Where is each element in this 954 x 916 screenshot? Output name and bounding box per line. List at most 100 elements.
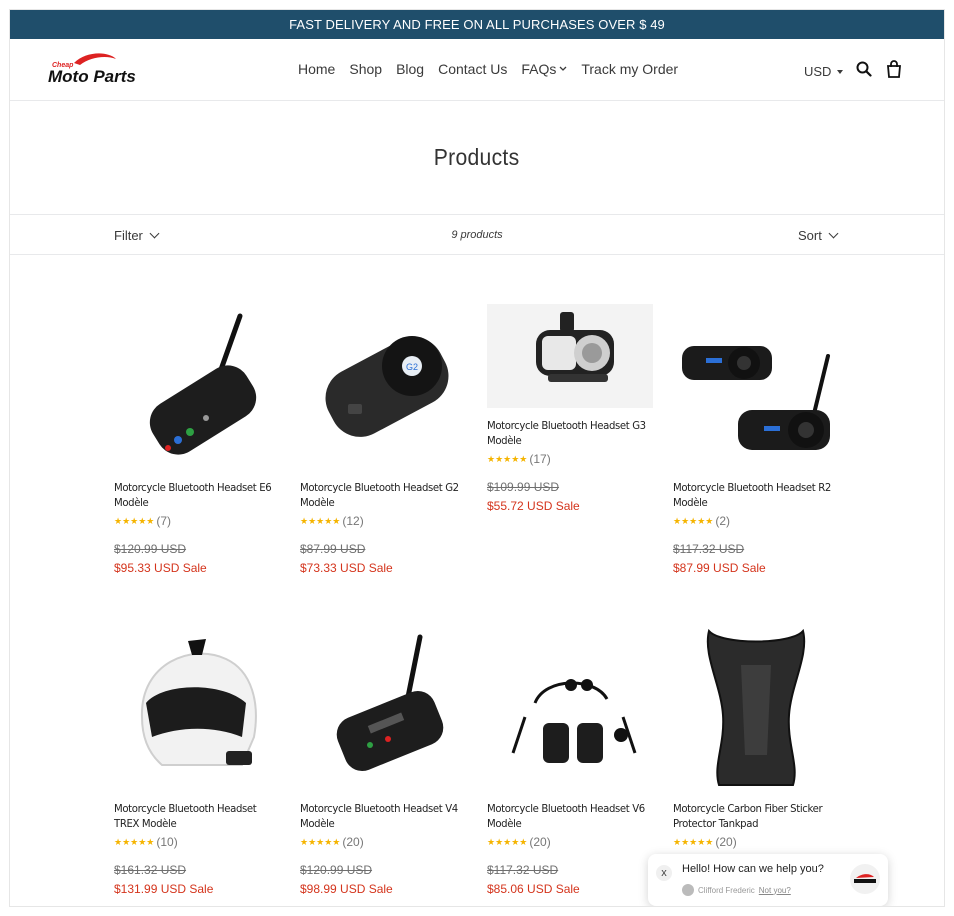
product-rating: ★★★★★ (17) xyxy=(487,452,653,466)
product-card[interactable]: Motorcycle Carbon Fiber Sticker Protecto… xyxy=(673,625,839,849)
product-image-headset-g3[interactable] xyxy=(487,304,653,408)
cart-icon xyxy=(887,60,901,78)
close-icon[interactable]: x xyxy=(656,865,672,881)
product-image-headset-e6[interactable] xyxy=(114,304,280,470)
rating-count: (10) xyxy=(156,835,178,849)
chat-widget[interactable]: x Hello! How can we help you? Clifford F… xyxy=(648,854,888,906)
product-rating: ★★★★★ (7) xyxy=(114,514,280,528)
nav-track-label: Track my Order xyxy=(581,61,679,77)
product-rating: ★★★★★ (2) xyxy=(673,514,839,528)
not-you-link[interactable]: Not you? xyxy=(759,886,791,895)
avatar xyxy=(682,884,694,896)
nav-track-order[interactable]: Track my Order xyxy=(581,61,678,77)
product-card[interactable]: Motorcycle Bluetooth Headset E6 Modèle ★… xyxy=(114,304,280,575)
star-rating-icon: ★★★★★ xyxy=(300,515,341,526)
sort-button[interactable]: Sort xyxy=(798,228,839,243)
search-icon xyxy=(856,61,872,77)
sale-price: $73.33 USD Sale xyxy=(300,561,393,575)
sale-price: $98.99 USD Sale xyxy=(300,882,393,896)
page-title: Products xyxy=(434,144,520,170)
rating-count: (12) xyxy=(342,514,364,528)
regular-price: $120.99 USD xyxy=(114,542,187,556)
nav-shop-label: Shop xyxy=(349,61,383,77)
product-name[interactable]: Motorcycle Bluetooth Headset E6 Modèle xyxy=(114,480,280,510)
filter-bar: Filter 9 products Sort xyxy=(10,215,944,255)
product-rating: ★★★★★ (20) xyxy=(673,835,839,849)
product-card[interactable]: Motorcycle Bluetooth Headset G3 Modèle ★… xyxy=(487,304,653,513)
chat-agent-row: Clifford Frederic Not you? xyxy=(682,884,791,896)
sort-label: Sort xyxy=(798,228,822,243)
star-rating-icon: ★★★★★ xyxy=(673,836,714,847)
star-rating-icon: ★★★★★ xyxy=(487,836,528,847)
star-rating-icon: ★★★★★ xyxy=(114,515,155,526)
currency-selector[interactable]: USD xyxy=(804,64,844,79)
star-rating-icon: ★★★★★ xyxy=(114,836,155,847)
regular-price: $117.32 USD xyxy=(673,542,745,556)
sale-price: $131.99 USD Sale xyxy=(114,882,214,896)
search-button[interactable] xyxy=(854,59,874,79)
site-logo[interactable]: Cheap Moto Parts xyxy=(46,49,150,89)
regular-price: $87.99 USD xyxy=(300,542,366,556)
product-image-headset-g2[interactable]: G2 xyxy=(300,304,466,470)
rating-count: (20) xyxy=(342,835,364,849)
announcement-text: FAST DELIVERY AND FREE ON ALL PURCHASES … xyxy=(289,17,665,32)
chat-message: Hello! How can we help you? xyxy=(682,863,824,875)
product-card[interactable]: Motorcycle Bluetooth Headset V6 Modèle ★… xyxy=(487,625,653,896)
star-rating-icon: ★★★★★ xyxy=(673,515,714,526)
product-image-tankpad[interactable] xyxy=(673,625,839,791)
product-rating: ★★★★★ (20) xyxy=(300,835,466,849)
cart-button[interactable] xyxy=(884,59,904,79)
chevron-down-icon xyxy=(559,66,567,71)
product-card[interactable]: Motorcycle Bluetooth Headset R2 Modèle ★… xyxy=(673,304,839,575)
star-rating-icon: ★★★★★ xyxy=(300,836,341,847)
nav-shop[interactable]: Shop xyxy=(349,61,382,77)
sale-price: $95.33 USD Sale xyxy=(114,561,207,575)
main-nav: Home Shop Blog Contact Us FAQs Track my … xyxy=(298,61,692,77)
nav-blog-label: Blog xyxy=(396,61,425,77)
nav-home[interactable]: Home xyxy=(298,61,335,77)
product-rating: ★★★★★ (20) xyxy=(487,835,653,849)
site-header: Cheap Moto Parts Home Shop Blog Contact … xyxy=(10,39,944,101)
svg-text:G2: G2 xyxy=(406,362,418,372)
nav-home-label: Home xyxy=(298,61,336,77)
product-image-headset-v4[interactable] xyxy=(300,625,466,791)
page-frame: FAST DELIVERY AND FREE ON ALL PURCHASES … xyxy=(10,10,944,906)
product-rating: ★★★★★ (10) xyxy=(114,835,280,849)
regular-price: $120.99 USD xyxy=(300,863,373,877)
rating-count: (20) xyxy=(529,835,551,849)
nav-faqs-label: FAQs xyxy=(521,61,557,77)
rating-count: (20) xyxy=(715,835,737,849)
chat-agent-name: Clifford Frederic xyxy=(698,885,755,895)
product-rating: ★★★★★ (12) xyxy=(300,514,466,528)
rating-count: (17) xyxy=(529,452,551,466)
sale-price: $55.72 USD Sale xyxy=(487,499,580,513)
logo-main-text: Moto Parts xyxy=(48,67,136,86)
sale-price: $85.06 USD Sale xyxy=(487,882,580,896)
product-name[interactable]: Motorcycle Bluetooth Headset R2 Modèle xyxy=(673,480,839,510)
product-card[interactable]: Motorcycle Bluetooth Headset TREX Modèle… xyxy=(114,625,280,896)
product-card[interactable]: G2 Motorcycle Bluetooth Headset G2 Modèl… xyxy=(300,304,466,575)
nav-blog[interactable]: Blog xyxy=(396,61,424,77)
nav-contact-label: Contact Us xyxy=(438,61,508,77)
product-image-headset-trex[interactable] xyxy=(114,625,280,791)
regular-price: $161.32 USD xyxy=(114,863,187,877)
product-name[interactable]: Motorcycle Bluetooth Headset V6 Modèle xyxy=(487,801,653,831)
chat-brand-logo xyxy=(850,864,880,894)
product-name[interactable]: Motorcycle Carbon Fiber Sticker Protecto… xyxy=(673,801,839,831)
product-name[interactable]: Motorcycle Bluetooth Headset G3 Modèle xyxy=(487,418,653,448)
caret-down-icon xyxy=(837,69,844,74)
product-card[interactable]: Motorcycle Bluetooth Headset V4 Modèle ★… xyxy=(300,625,466,896)
product-name[interactable]: Motorcycle Bluetooth Headset TREX Modèle xyxy=(114,801,280,831)
nav-faqs[interactable]: FAQs xyxy=(521,61,567,77)
nav-contact[interactable]: Contact Us xyxy=(438,61,507,77)
currency-value: USD xyxy=(804,64,832,79)
product-image-headset-v6[interactable] xyxy=(487,625,653,791)
rating-count: (7) xyxy=(156,514,172,528)
product-name[interactable]: Motorcycle Bluetooth Headset V4 Modèle xyxy=(300,801,466,831)
regular-price: $109.99 USD xyxy=(487,480,560,494)
star-rating-icon: ★★★★★ xyxy=(487,453,528,464)
product-image-headset-r2[interactable] xyxy=(673,304,839,470)
product-name[interactable]: Motorcycle Bluetooth Headset G2 Modèle xyxy=(300,480,466,510)
announcement-bar: FAST DELIVERY AND FREE ON ALL PURCHASES … xyxy=(10,10,944,39)
rating-count: (2) xyxy=(715,514,731,528)
